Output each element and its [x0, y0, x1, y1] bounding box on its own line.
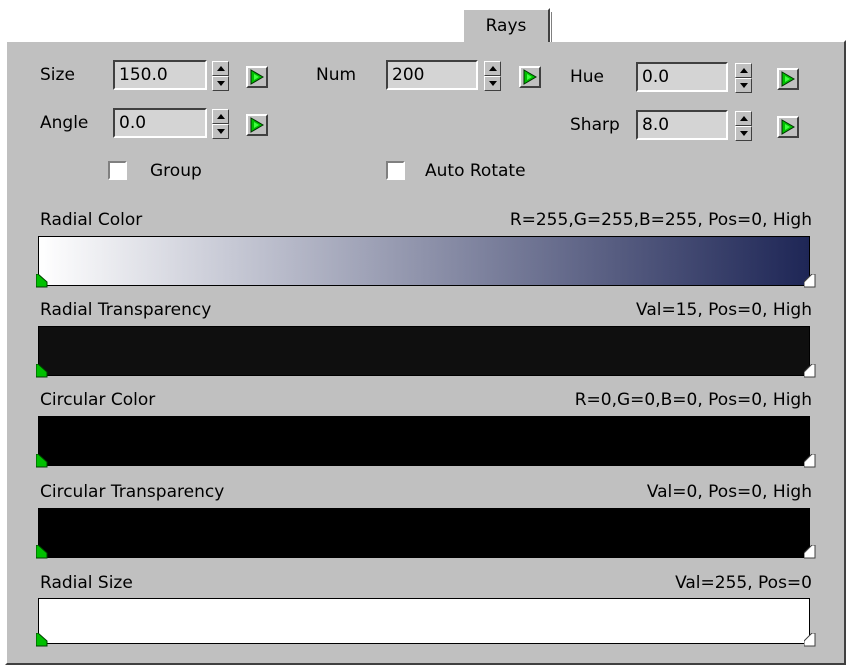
radial-transparency-info: Val=15, Pos=0, High — [636, 300, 812, 320]
spinner-up-icon[interactable] — [212, 109, 229, 124]
num-label: Num — [316, 65, 357, 85]
circular-color-label: Circular Color — [40, 390, 156, 410]
num-key-button[interactable] — [519, 66, 541, 88]
spinner-up-icon[interactable] — [735, 63, 752, 78]
sharp-key-button[interactable] — [777, 116, 799, 138]
circular-color-info: R=0,G=0,B=0, Pos=0, High — [574, 390, 812, 410]
radial-transparency-gradient[interactable] — [38, 326, 810, 376]
size-field[interactable]: 150.0 — [113, 60, 207, 90]
group-checkbox[interactable] — [108, 161, 127, 180]
gradient-flag-end-icon[interactable] — [804, 545, 816, 559]
gradient-flag-end-icon[interactable] — [804, 364, 816, 378]
circular-transparency-info: Val=0, Pos=0, High — [646, 482, 812, 502]
animation-key-icon — [250, 69, 264, 85]
circular-color-gradient[interactable] — [38, 416, 810, 466]
animation-key-icon — [781, 119, 795, 135]
radial-color-gradient[interactable] — [38, 236, 810, 286]
circular-transparency-gradient[interactable] — [38, 508, 810, 558]
sharp-spinner[interactable] — [735, 111, 752, 141]
size-key-button[interactable] — [246, 66, 268, 88]
spinner-down-icon[interactable] — [484, 76, 501, 91]
radial-size-info: Val=255, Pos=0 — [675, 573, 812, 593]
auto-rotate-label[interactable]: Auto Rotate — [425, 160, 526, 182]
hue-spinner[interactable] — [735, 63, 752, 93]
tab-rays[interactable]: Rays — [462, 8, 552, 42]
gradient-flag-start-icon[interactable] — [36, 633, 48, 647]
tab-rays-label: Rays — [485, 16, 527, 36]
radial-color-info: R=255,G=255,B=255, Pos=0, High — [509, 210, 812, 230]
sharp-label: Sharp — [570, 115, 620, 135]
animation-key-icon — [250, 117, 264, 133]
auto-rotate-checkbox[interactable] — [386, 161, 405, 180]
gradient-flag-end-icon[interactable] — [804, 274, 816, 288]
gradient-flag-end-icon[interactable] — [804, 633, 816, 647]
spinner-up-icon[interactable] — [484, 61, 501, 76]
radial-size-label: Radial Size — [40, 573, 133, 593]
hue-key-button[interactable] — [777, 68, 799, 90]
gradient-flag-start-icon[interactable] — [36, 545, 48, 559]
radial-color-label: Radial Color — [40, 210, 143, 230]
radial-transparency-label: Radial Transparency — [40, 300, 212, 320]
gradient-flag-start-icon[interactable] — [36, 454, 48, 468]
spinner-up-icon[interactable] — [735, 111, 752, 126]
angle-key-button[interactable] — [246, 114, 268, 136]
size-spinner[interactable] — [212, 61, 229, 91]
spinner-down-icon[interactable] — [212, 76, 229, 91]
gradient-flag-start-icon[interactable] — [36, 364, 48, 378]
hue-label: Hue — [570, 67, 605, 87]
gradient-flag-end-icon[interactable] — [804, 454, 816, 468]
angle-label: Angle — [40, 113, 89, 133]
group-label[interactable]: Group — [150, 160, 202, 182]
size-label: Size — [40, 65, 75, 85]
spinner-down-icon[interactable] — [735, 126, 752, 141]
spinner-down-icon[interactable] — [735, 78, 752, 93]
spinner-up-icon[interactable] — [212, 61, 229, 76]
animation-key-icon — [523, 69, 537, 85]
angle-field[interactable]: 0.0 — [113, 108, 207, 138]
num-spinner[interactable] — [484, 61, 501, 91]
angle-spinner[interactable] — [212, 109, 229, 139]
hue-field[interactable]: 0.0 — [636, 62, 728, 92]
animation-key-icon — [781, 71, 795, 87]
spinner-down-icon[interactable] — [212, 124, 229, 139]
num-field[interactable]: 200 — [386, 60, 478, 90]
radial-size-gradient[interactable] — [38, 598, 810, 644]
gradient-flag-start-icon[interactable] — [36, 274, 48, 288]
circular-transparency-label: Circular Transparency — [40, 482, 225, 502]
sharp-field[interactable]: 8.0 — [636, 110, 728, 140]
